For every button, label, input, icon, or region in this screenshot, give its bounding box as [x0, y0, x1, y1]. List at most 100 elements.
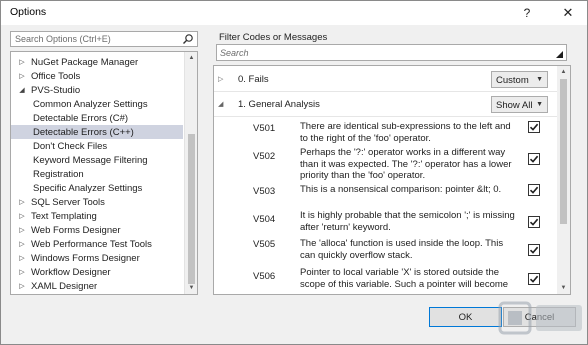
error-row: V504 It is highly probable that the semic…	[214, 210, 558, 236]
group-filter-select[interactable]: Custom ▼	[491, 71, 548, 88]
tree-item-label: Don't Check Files	[33, 140, 108, 152]
expand-arrow-icon[interactable]: ▷	[218, 75, 223, 83]
tree-item-label: NuGet Package Manager	[31, 56, 139, 68]
tree-item[interactable]: ▷ XAML Designer	[11, 279, 183, 293]
expand-arrow-icon[interactable]: ▷	[17, 198, 27, 206]
error-enabled-checkbox[interactable]	[528, 121, 540, 133]
title-bar: Options ? ✕	[1, 1, 587, 25]
collapse-arrow-icon[interactable]: ◢	[218, 100, 223, 108]
error-enabled-checkbox[interactable]	[528, 273, 540, 285]
options-dialog: Options ? ✕ Search Options (Ctrl+E) ▷ NuG…	[0, 0, 588, 345]
scroll-up-icon[interactable]: ▲	[185, 52, 197, 64]
filter-search-input[interactable]: Search	[216, 44, 567, 61]
error-enabled-checkbox[interactable]	[528, 153, 540, 165]
checkmark-icon	[529, 123, 539, 131]
scroll-down-icon[interactable]: ▼	[557, 282, 570, 294]
tree-item[interactable]: Detectable Errors (C++)	[11, 125, 183, 139]
checkmark-icon	[529, 186, 539, 194]
checkmark-icon	[529, 275, 539, 283]
ok-button[interactable]: OK	[429, 307, 502, 327]
expand-arrow-icon[interactable]: ▷	[17, 72, 27, 80]
tree-item[interactable]: ▷ Web Forms Designer	[11, 223, 183, 237]
error-enabled-checkbox[interactable]	[528, 244, 540, 256]
group-name: 1. General Analysis	[238, 99, 320, 110]
grid-scroll-thumb[interactable]	[560, 79, 567, 224]
tree-item[interactable]: Detectable Errors (C#)	[11, 111, 183, 125]
tree-item-label: Windows Forms Designer	[31, 252, 140, 264]
error-description: Perhaps the '?:' operator works in a dif…	[300, 147, 512, 181]
error-code: V504	[253, 214, 276, 225]
expand-arrow-icon[interactable]: ▷	[17, 282, 27, 290]
group-row[interactable]: ▷ 0. Fails Custom ▼	[214, 68, 558, 92]
options-search-placeholder: Search Options (Ctrl+E)	[15, 34, 111, 44]
error-enabled-checkbox[interactable]	[528, 184, 540, 196]
tree-item-label: XAML Designer	[31, 280, 98, 292]
tree-item-label: Text Templating	[31, 210, 97, 222]
scroll-up-icon[interactable]: ▲	[557, 66, 570, 78]
group-row[interactable]: ◢ 1. General Analysis Show All ▼	[214, 93, 558, 117]
tree-item-label: Office Tools	[31, 70, 81, 82]
error-description: It is highly probable that the semicolon…	[300, 210, 515, 233]
tree-item[interactable]: ▷ NuGet Package Manager	[11, 55, 183, 69]
help-button[interactable]: ?	[512, 1, 542, 25]
error-row: V505 The 'alloca' function is used inside…	[214, 238, 558, 264]
expand-arrow-icon[interactable]: ▷	[17, 212, 27, 220]
tree-scroll-thumb[interactable]	[188, 134, 195, 284]
group-filter-value: Show All	[496, 100, 533, 111]
tree-item[interactable]: ▷ SQL Server Tools	[11, 195, 183, 209]
error-row: V503 This is a nonsensical comparison: po…	[214, 184, 558, 210]
tree-item[interactable]: Specific Analyzer Settings	[11, 181, 183, 195]
error-code: V501	[253, 123, 276, 134]
filter-search-placeholder: Search	[220, 48, 249, 58]
error-description: There are identical sub-expressions to t…	[300, 121, 511, 144]
tree-item[interactable]: ▷ Windows Forms Designer	[11, 251, 183, 265]
expand-arrow-icon[interactable]: ▷	[17, 240, 27, 248]
tree-item-label: Detectable Errors (C++)	[33, 126, 134, 138]
expand-arrow-icon[interactable]: ▷	[17, 226, 27, 234]
help-icon: ?	[523, 6, 531, 20]
expand-arrow-icon[interactable]: ▷	[17, 254, 27, 262]
grid-scrollbar[interactable]: ▲ ▼	[557, 66, 570, 294]
tree-item-label: PVS-Studio	[31, 84, 81, 96]
tree-item-label: Specific Analyzer Settings	[33, 182, 143, 194]
group-name: 0. Fails	[238, 74, 269, 85]
options-tree: ▷ NuGet Package Manager ▷ Office Tools ◢ PVS-…	[10, 51, 198, 295]
checkmark-icon	[529, 246, 539, 254]
error-code: V502	[253, 151, 276, 162]
tree-item-label: Keyword Message Filtering	[33, 154, 148, 166]
tree-scrollbar[interactable]: ▲ ▼	[184, 52, 197, 294]
error-description: The 'alloca' function is used inside the…	[300, 238, 504, 261]
search-icon[interactable]	[182, 33, 194, 45]
tree-item[interactable]: Keyword Message Filtering	[11, 153, 183, 167]
collapse-arrow-icon[interactable]: ◢	[17, 86, 27, 94]
error-description: This is a nonsensical comparison: pointe…	[300, 184, 502, 195]
tree-item[interactable]: ▷ Text Templating	[11, 209, 183, 223]
options-search-input[interactable]: Search Options (Ctrl+E)	[10, 31, 198, 47]
tree-item[interactable]: ◢ PVS-Studio	[11, 83, 183, 97]
error-row: V502 Perhaps the '?:' operator works in a…	[214, 147, 558, 181]
errors-grid: ▷ 0. Fails Custom ▼ ◢ 1. General Analysis Show…	[213, 65, 571, 295]
tree-item[interactable]: ▷ Web Performance Test Tools	[11, 237, 183, 251]
error-description: Pointer to local variable 'X' is stored …	[300, 267, 509, 290]
scroll-down-icon[interactable]: ▼	[185, 282, 197, 294]
tree-item-label: Common Analyzer Settings	[33, 98, 148, 110]
expand-arrow-icon[interactable]: ▷	[17, 58, 27, 66]
window-title: Options	[10, 6, 47, 18]
tree-item-label: Detectable Errors (C#)	[33, 112, 129, 124]
filter-label: Filter Codes or Messages	[219, 32, 328, 43]
tree-item[interactable]: ▷ Office Tools	[11, 69, 183, 83]
error-enabled-checkbox[interactable]	[528, 216, 540, 228]
group-filter-select[interactable]: Show All ▼	[491, 96, 548, 113]
expand-arrow-icon[interactable]: ▷	[17, 268, 27, 276]
tree-item[interactable]: ▷ Workflow Designer	[11, 265, 183, 279]
tree-item-label: Registration	[33, 168, 84, 180]
tree-item[interactable]: Don't Check Files	[11, 139, 183, 153]
tree-item[interactable]: Registration	[11, 167, 183, 181]
tree-item-label: Workflow Designer	[31, 266, 111, 278]
watermark-logo	[498, 301, 582, 335]
chevron-down-icon: ▼	[536, 101, 543, 108]
error-code: V506	[253, 271, 276, 282]
close-button[interactable]: ✕	[553, 1, 583, 25]
chevron-down-icon: ▼	[536, 76, 543, 83]
tree-item[interactable]: Common Analyzer Settings	[11, 97, 183, 111]
